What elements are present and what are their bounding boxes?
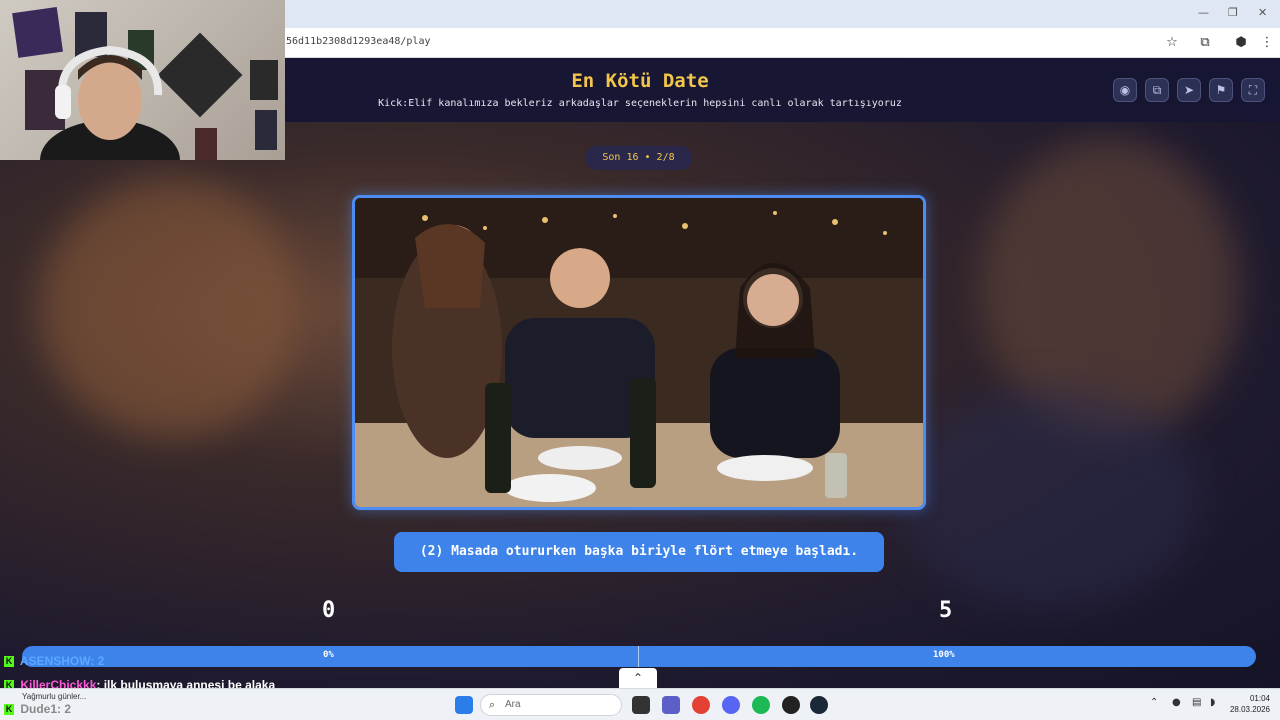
star-icon[interactable]: ☆ <box>1163 34 1181 52</box>
system-clock[interactable]: 01:04 28.03.2026 <box>1230 693 1270 715</box>
volume-icon[interactable]: ◗ <box>1210 697 1215 708</box>
chat-message: K ASENSHOW: 2 <box>4 654 104 668</box>
minimize-button[interactable]: — <box>1198 6 1209 19</box>
translate-icon[interactable]: ⧉ <box>1196 34 1214 52</box>
percent-left: 0% <box>323 650 334 660</box>
chat-username: Dude1 <box>20 702 58 716</box>
percent-right: 100% <box>933 650 955 660</box>
task-view-icon[interactable] <box>632 696 650 714</box>
network-icon[interactable]: ▤ <box>1192 697 1201 708</box>
kick-icon: K <box>4 656 14 668</box>
spotify-icon[interactable] <box>752 696 770 714</box>
chevron-up-icon[interactable]: ⌃ <box>619 668 657 688</box>
answer-button[interactable]: (2) Masada otururken başka biriyle flört… <box>394 532 884 572</box>
maximize-button[interactable]: ❐ <box>1228 6 1238 19</box>
scenario-image <box>352 195 926 510</box>
clock-date: 28.03.2026 <box>1229 705 1270 714</box>
clock-time: 01:04 <box>1249 694 1270 703</box>
windows-start-icon[interactable] <box>455 696 473 714</box>
extension-icon[interactable]: ⬢ <box>1232 34 1250 52</box>
teams-icon[interactable] <box>662 696 680 714</box>
windows-taskbar: Yağmurlu günler... ⌕ Ara ⌃ ● ▤ ◗ 01:04 2… <box>0 688 1280 720</box>
restaurant-photo <box>355 198 923 507</box>
discord-icon[interactable] <box>722 696 740 714</box>
chat-text: : 2 <box>90 654 105 668</box>
bar-divider <box>638 646 639 667</box>
weather-notification[interactable]: Yağmurlu günler... <box>22 692 86 701</box>
chat-username: ASENSHOW <box>19 654 91 668</box>
tray-chevron-icon[interactable]: ⌃ <box>1150 697 1158 708</box>
menu-icon[interactable]: ⋮ <box>1258 34 1276 52</box>
vote-progress-bar: 0% 100% <box>22 646 1256 667</box>
fullscreen-icon[interactable]: ⛶ <box>1241 78 1265 102</box>
close-window-button[interactable]: ✕ <box>1258 6 1267 19</box>
steam-icon[interactable] <box>810 696 828 714</box>
search-icon: ⌕ <box>489 698 496 711</box>
score-left: 0 <box>322 598 336 623</box>
round-badge: Son 16 • 2/8 <box>585 146 692 170</box>
webcam-overlay <box>0 0 285 160</box>
chrome-icon[interactable] <box>692 696 710 714</box>
taskbar-search-input[interactable]: ⌕ Ara <box>480 694 622 716</box>
send-icon[interactable]: ➤ <box>1177 78 1201 102</box>
chat-message: K Dude1: 2 <box>4 702 71 716</box>
eye-icon[interactable]: ◉ <box>1113 78 1137 102</box>
score-right: 5 <box>939 598 953 623</box>
chat-text: : 2 <box>57 702 72 716</box>
background-blur <box>900 388 1200 608</box>
microphone-icon[interactable]: ● <box>1172 697 1181 708</box>
flag-icon[interactable]: ⚑ <box>1209 78 1233 102</box>
copy-icon[interactable]: ⧉ <box>1145 78 1169 102</box>
url-text[interactable]: 56d11b2308d1293ea48/play <box>286 36 431 47</box>
kick-icon: K <box>4 704 14 716</box>
webcam-feed <box>12 7 278 160</box>
search-placeholder: Ara <box>505 699 521 710</box>
background-blur <box>40 178 300 438</box>
obs-icon[interactable] <box>782 696 800 714</box>
